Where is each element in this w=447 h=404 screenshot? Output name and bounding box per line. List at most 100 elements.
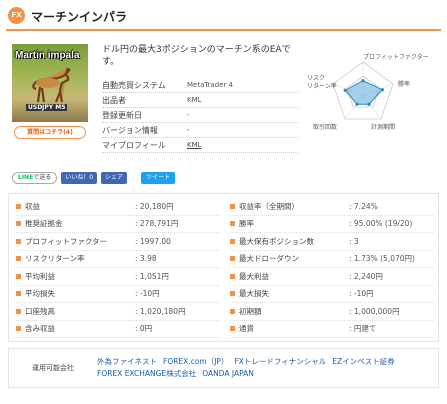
stat-value: : 7.24%: [349, 201, 378, 211]
bullet-icon: [16, 221, 21, 227]
radar-point: [380, 88, 385, 92]
stat-row: 最大ドローダウン : 1.73% (5,070円): [230, 251, 433, 268]
info-row-updated: 登録更新日 -: [102, 108, 298, 123]
bullet-icon: [230, 326, 235, 332]
stat-value: : 20,180円: [135, 201, 174, 211]
line-share-button[interactable]: LINEで送る: [12, 172, 58, 184]
platform-link[interactable]: 外為ファイネスト: [97, 357, 157, 366]
social-buttons: LINEで送る いいね！0 シェア ツイート: [12, 172, 176, 184]
stat-label: 口座残高: [25, 306, 55, 316]
stat-value: : 95.00% (19/20): [349, 219, 413, 229]
info-label: マイプロフィール: [102, 140, 166, 150]
title-bar: FX マーチンインパラ: [6, 5, 441, 31]
stat-value: : 1,000,000円: [349, 306, 400, 316]
stats-left-column: 収益 : 20,180円推奨証拠金 : 278,791円プロフィットファクター : 1…: [16, 198, 219, 338]
stat-row: 最大利益: 2,240円: [230, 268, 433, 286]
radar-axis-label: リスク リターン率: [307, 75, 337, 90]
radar-axis-label: 計測期間: [371, 123, 395, 131]
stat-row: 口座残高 : 1,020,180円: [16, 303, 219, 321]
info-value: -: [187, 111, 190, 119]
impala-icon: [32, 67, 71, 103]
facebook-like-button[interactable]: いいね！0: [61, 172, 98, 184]
ea-product-image[interactable]: Martin impala USDJPY M5: [12, 44, 88, 122]
radar-point: [361, 79, 365, 83]
stat-label: 通貨: [239, 324, 254, 334]
platform-panel: 運用可能会社 外為ファイネスト FOREX.com（JP） FXトレードフィナンシャ…: [8, 348, 439, 388]
info-row-profile: マイプロフィール KML: [102, 138, 298, 153]
platform-line: FOREX EXCHANGE株式会社 OANDA JAPAN: [97, 368, 401, 380]
radar-point: [367, 102, 371, 106]
platform-link[interactable]: FXトレードフィナンシャル: [234, 357, 326, 366]
info-label: 自動売買システム: [102, 80, 166, 90]
stat-label: 収益率（全期間）: [239, 201, 299, 211]
stat-label: 最大ドローダウン: [239, 254, 299, 264]
stat-value: : 2,240円: [349, 271, 383, 281]
stat-row: 平均損失: -10円: [16, 286, 219, 303]
stat-label: 最大損失: [239, 289, 269, 299]
stat-value: : 1,020,180円: [135, 306, 186, 316]
info-row-version: バージョン情報 -: [102, 123, 298, 138]
ea-info-table: 自動売買システム MetaTrader 4 出品者 KML 登録更新日 - バー…: [102, 78, 298, 153]
radar-point: [343, 88, 347, 92]
bullet-icon: [16, 273, 21, 279]
stat-row: 勝率 : 95.00% (19/20): [230, 216, 433, 233]
stat-value: : 1,051円: [135, 271, 169, 281]
stats-panel: 収益 : 20,180円推奨証拠金 : 278,791円プロフィットファクター : 1…: [8, 193, 439, 342]
stat-value: : 1997.00: [135, 236, 171, 246]
line-label: LINE: [18, 174, 34, 181]
stat-row: 初期額 : 1,000,000円: [230, 303, 433, 321]
stat-row: 最大損失 : -10円: [230, 286, 433, 303]
stat-row: プロフィットファクター : 1997.00: [16, 233, 219, 251]
info-label: バージョン情報: [102, 125, 158, 135]
tweet-button[interactable]: ツイート: [141, 172, 176, 184]
radar-point: [355, 102, 359, 106]
stat-label: 初期額: [239, 306, 262, 316]
info-value: KML: [187, 96, 202, 104]
stat-label: プロフィットファクター: [25, 236, 108, 246]
bullet-icon: [230, 256, 235, 262]
stat-label: 収益: [25, 201, 40, 211]
platform-line: 外為ファイネスト FOREX.com（JP） FXトレードフィナンシャル EZインベス…: [97, 356, 401, 368]
stat-value: : 1.73% (5,070円): [349, 254, 415, 264]
platform-link[interactable]: OANDA JAPAN: [202, 369, 254, 378]
facebook-share-button[interactable]: シェア: [101, 172, 128, 184]
platform-link[interactable]: FOREX.com（JP）: [163, 357, 228, 366]
info-label: 登録更新日: [102, 110, 142, 120]
bullet-icon: [16, 308, 21, 314]
bullet-icon: [16, 291, 21, 297]
profile-link[interactable]: KML: [187, 141, 202, 149]
stat-row: 最大保有ポジション数: 3: [230, 233, 433, 251]
platform-link[interactable]: EZインベスト証券: [332, 357, 395, 366]
stat-label: 勝率: [239, 219, 254, 229]
fx-badge: FX: [8, 7, 25, 24]
bullet-icon: [230, 221, 235, 227]
stat-row: 推奨証拠金 : 278,791円: [16, 216, 219, 233]
info-value: -: [187, 126, 190, 134]
ea-description: ドル円の最大3ポジションのマーチン系のEAです。: [102, 45, 291, 67]
question-button[interactable]: 質問はコチラ(4): [14, 126, 86, 139]
stat-row: 収益率（全期間） : 7.24%: [230, 198, 433, 216]
page-title: マーチンインパラ: [31, 10, 128, 24]
info-row-seller: 出品者 KML: [102, 93, 298, 108]
radar-axis-label: 勝率: [398, 80, 410, 88]
bullet-icon: [230, 203, 235, 209]
stat-row: 収益 : 20,180円: [16, 198, 219, 216]
stat-value: : 278,791円: [135, 219, 179, 229]
radar-axis-label: プロフィットファクター: [363, 53, 429, 61]
bullet-icon: [230, 273, 235, 279]
bullet-icon: [230, 291, 235, 297]
stat-row: 含み収益: 0円: [16, 321, 219, 338]
stat-label: 推奨証拠金: [25, 219, 63, 229]
stat-label: 最大保有ポジション数: [239, 236, 314, 246]
stat-label: 含み収益: [25, 324, 55, 334]
stat-row: 平均利益 : 1,051円: [16, 268, 219, 286]
radar-axis-label: 取引回数: [313, 123, 337, 131]
stat-value: : -10円: [349, 289, 374, 299]
ea-image-subtitle: USDJPY M5: [26, 104, 68, 111]
bullet-icon: [230, 308, 235, 314]
platform-label: 運用可能会社: [32, 364, 74, 372]
bullet-icon: [230, 238, 235, 244]
stat-value: : -10円: [135, 289, 160, 299]
stat-label: 平均利益: [25, 271, 55, 281]
platform-link[interactable]: FOREX EXCHANGE株式会社: [97, 369, 196, 378]
